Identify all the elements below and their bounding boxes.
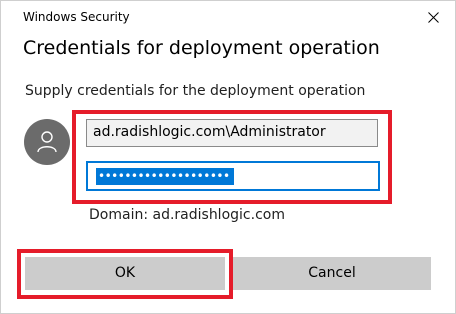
user-icon [37, 131, 57, 153]
credentials-dialog: Windows Security Credentials for deploym… [0, 0, 456, 314]
avatar [24, 119, 70, 165]
cancel-button[interactable]: Cancel [233, 257, 431, 290]
close-icon [428, 12, 439, 23]
title-bar: Windows Security [1, 1, 455, 33]
ok-button[interactable]: OK [25, 257, 225, 290]
close-button[interactable] [411, 1, 455, 33]
password-masked-value: •••••••••••••••••••• [96, 168, 234, 185]
dialog-message: Supply credentials for the deployment op… [25, 83, 366, 99]
dialog-heading: Credentials for deployment operation [23, 37, 380, 59]
password-field[interactable]: •••••••••••••••••••• [86, 161, 380, 191]
window-title: Windows Security [23, 10, 130, 24]
username-field[interactable]: ad.radishlogic.com\Administrator [86, 119, 378, 147]
domain-label: Domain: ad.radishlogic.com [89, 207, 285, 223]
